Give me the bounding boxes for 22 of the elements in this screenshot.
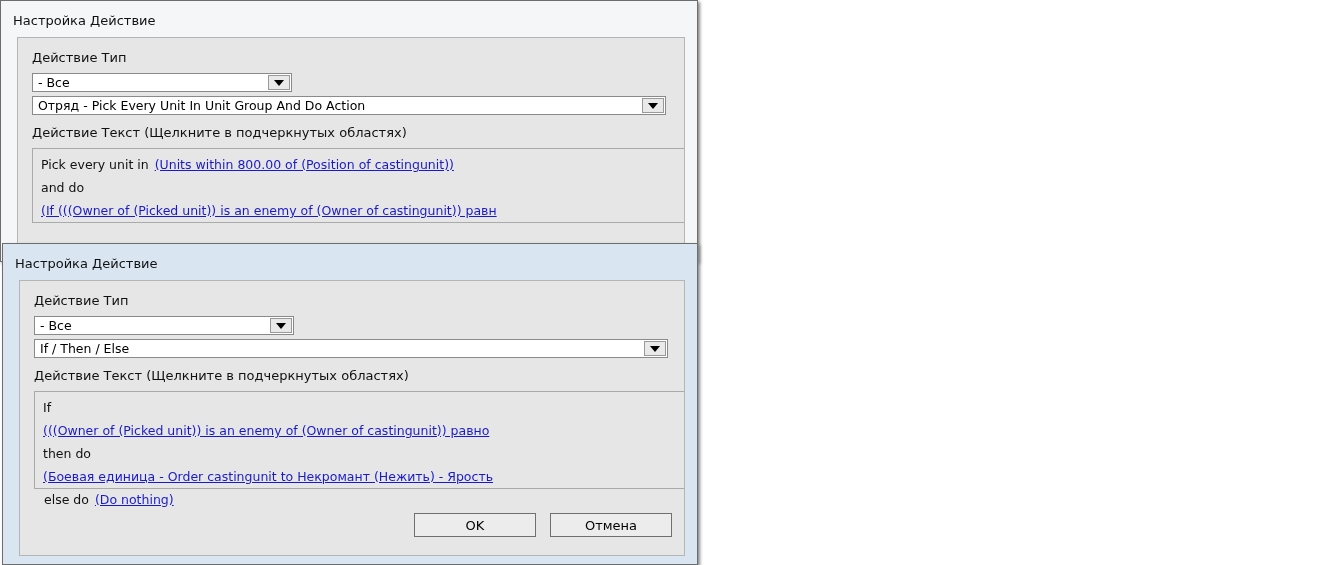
category-dropdown[interactable]: - Все — [32, 73, 292, 92]
window-title: Настройка Действие — [14, 255, 159, 273]
label-text: else do — [44, 491, 89, 507]
cancel-button[interactable]: Отмена — [550, 513, 672, 537]
window-title: Настройка Действие — [12, 12, 157, 30]
section-label: Действие Текст (Щелкните в подчеркнутых областях) — [32, 125, 408, 140]
link[interactable]: (((Owner of (Picked unit)) is an enemy of (Owner of castingunit)) равно — [43, 423, 490, 438]
label-text: then do — [43, 446, 91, 461]
link[interactable]: (Боевая единица - Order castingunit to Некромант (Нежить) - Ярость — [43, 469, 494, 484]
link[interactable]: (Units within 800.00 of (Position of castingunit)) — [154, 157, 454, 172]
section-label: Действие Тип — [32, 50, 128, 65]
section-label: Действие Текст (Щелкните в подчеркнутых областях) — [34, 368, 410, 383]
section-label: Действие Тип — [34, 293, 130, 308]
link[interactable]: (Do nothing) — [94, 491, 174, 507]
link[interactable]: (If (((Owner of (Picked unit)) is an enemy of (Owner of castingunit)) равн — [41, 203, 497, 218]
action-dropdown[interactable]: If / Then / Else — [34, 339, 668, 358]
ok-button[interactable]: OK — [414, 513, 536, 537]
category-dropdown[interactable]: - Все — [34, 316, 294, 335]
action-dropdown[interactable]: Отряд - Pick Every Unit In Unit Group And Do Action — [32, 96, 666, 115]
label-text: and do — [41, 180, 85, 195]
label-text: Pick every unit in — [41, 157, 149, 172]
label-text: If — [43, 400, 52, 415]
